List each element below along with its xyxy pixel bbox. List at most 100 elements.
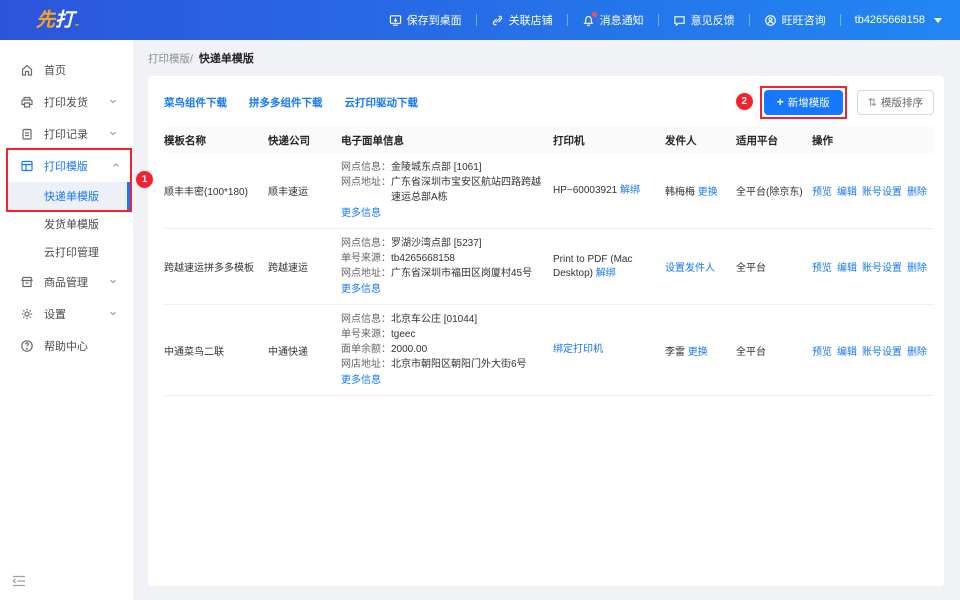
caret-down-icon: [934, 18, 942, 23]
waybill-line: 网点信息： 罗湖沙湾点部 [5237]: [341, 236, 545, 251]
sidebar-item-label: 设置: [44, 306, 66, 322]
account-settings-link[interactable]: 账号设置: [862, 343, 902, 358]
sidebar-item-home[interactable]: 首页: [0, 54, 133, 86]
preview-link[interactable]: 预览: [812, 183, 832, 198]
sidebar-item-express-waybill-template[interactable]: 快递单模版: [8, 182, 130, 210]
waybill-line: 面单余额： 2000.00: [341, 342, 545, 357]
change-sender-link[interactable]: 更换: [698, 187, 718, 198]
table-row: 顺丰丰密(100*180) 顺丰速运 网点信息： 金陵城东点部 [1061] 网…: [164, 153, 934, 229]
cell-waybill-info: 网点信息： 金陵城东点部 [1061] 网点地址： 广东省深圳市宝安区航站四路跨…: [341, 160, 553, 221]
annotation-step-1-badge: 1: [136, 171, 153, 188]
logo-char-1: 先: [36, 11, 55, 30]
sidebar-item-label: 打印记录: [44, 126, 88, 142]
sidebar-item-print-records[interactable]: 打印记录: [0, 118, 133, 150]
unbind-printer-link[interactable]: 解绑: [596, 268, 616, 279]
wangwang-icon: [764, 14, 777, 27]
notifications-button[interactable]: 消息通知: [578, 12, 648, 28]
sidebar-item-shipping-list-template[interactable]: 发货单模版: [0, 210, 133, 238]
col-header-actions: 操作: [812, 133, 934, 148]
template-icon: [20, 159, 34, 173]
cloud-print-driver-download-link[interactable]: 云打印驱动下载: [345, 95, 419, 110]
logo-dash: -: [75, 18, 79, 30]
account-settings-link[interactable]: 账号设置: [862, 183, 902, 198]
sidebar-item-label: 商品管理: [44, 274, 88, 290]
wangwang-label: 旺旺咨询: [782, 12, 826, 28]
plus-icon: +: [777, 95, 784, 109]
templates-table: 模板名称 快递公司 电子面单信息 打印机 发件人 适用平台 操作 顺丰丰密(10…: [164, 127, 934, 396]
waybill-line: 网点地址： 广东省深圳市福田区岗厦村45号: [341, 266, 545, 281]
more-info-link[interactable]: 更多信息: [341, 206, 545, 221]
wangwang-consult-button[interactable]: 旺旺咨询: [760, 12, 830, 28]
feedback-button[interactable]: 意见反馈: [669, 12, 739, 28]
table-header-row: 模板名称 快递公司 电子面单信息 打印机 发件人 适用平台 操作: [164, 127, 934, 153]
col-header-sender: 发件人: [665, 133, 736, 148]
printer-name: Print to PDF (Mac Desktop): [553, 254, 632, 279]
sender-name: 韩梅梅: [665, 187, 698, 198]
sender-name: 李雷: [665, 347, 688, 358]
waybill-line: 网点信息： 金陵城东点部 [1061]: [341, 160, 545, 175]
record-icon: [20, 127, 34, 141]
template-list-card: 菜鸟组件下载 拼多多组件下载 云打印驱动下载 2 + 新增模版 ⇅ 模版排序: [148, 76, 944, 586]
chevron-down-icon: [109, 96, 117, 108]
delete-link[interactable]: 删除: [907, 259, 927, 274]
pdd-component-download-link[interactable]: 拼多多组件下载: [249, 95, 323, 110]
col-header-template-name: 模板名称: [164, 133, 268, 148]
account-settings-link[interactable]: 账号设置: [862, 259, 902, 274]
divider: [840, 14, 841, 26]
gear-icon: [20, 307, 34, 321]
sidebar-item-label: 打印发货: [44, 94, 88, 110]
annotation-box-step2: 2 + 新增模版: [764, 90, 843, 115]
link-shop-button[interactable]: 关联店铺: [487, 12, 557, 28]
bind-printer-link[interactable]: 绑定打印机: [553, 344, 603, 355]
sidebar-item-product-management[interactable]: 商品管理: [0, 266, 133, 298]
edit-link[interactable]: 编辑: [837, 183, 857, 198]
cainiao-component-download-link[interactable]: 菜鸟组件下载: [164, 95, 227, 110]
cell-platform: 全平台(除京东): [736, 183, 812, 198]
sort-templates-button[interactable]: ⇅ 模版排序: [857, 90, 934, 115]
divider: [749, 14, 750, 26]
col-header-courier: 快递公司: [268, 133, 341, 148]
content-area: 打印模版/ 快递单模版 菜鸟组件下载 拼多多组件下载 云打印驱动下载 2 + 新…: [133, 40, 960, 600]
sidebar-item-cloud-print-management[interactable]: 云打印管理: [0, 238, 133, 266]
divider: [476, 14, 477, 26]
set-sender-link[interactable]: 设置发件人: [665, 263, 715, 274]
more-info-link[interactable]: 更多信息: [341, 282, 545, 297]
app-logo[interactable]: 先打-: [36, 11, 79, 30]
cell-platform: 全平台: [736, 259, 812, 274]
sidebar-item-help-center[interactable]: 帮助中心: [0, 330, 133, 362]
preview-link[interactable]: 预览: [812, 259, 832, 274]
sort-templates-label: 模版排序: [881, 95, 923, 110]
waybill-line: 网点信息： 北京车公庄 [01044]: [341, 312, 545, 327]
divider: [567, 14, 568, 26]
more-info-link[interactable]: 更多信息: [341, 373, 545, 388]
top-bar: 先打- 保存到桌面 关联店铺 消息通知: [0, 0, 960, 40]
printer-icon: [20, 95, 34, 109]
cell-actions: 预览 编辑 账号设置 删除: [812, 343, 935, 358]
sort-icon: ⇅: [868, 96, 877, 109]
collapse-sidebar-icon[interactable]: [12, 574, 26, 592]
unbind-printer-link[interactable]: 解绑: [620, 185, 640, 196]
breadcrumb-parent[interactable]: 打印模版/: [148, 51, 193, 66]
account-menu[interactable]: tb4265668158: [851, 14, 946, 26]
add-template-label: 新增模版: [788, 95, 830, 110]
sidebar-item-settings[interactable]: 设置: [0, 298, 133, 330]
sidebar-item-print-ship[interactable]: 打印发货: [0, 86, 133, 118]
save-to-desktop-icon: [389, 14, 402, 27]
edit-link[interactable]: 编辑: [837, 259, 857, 274]
change-sender-link[interactable]: 更换: [688, 347, 708, 358]
save-to-desktop-button[interactable]: 保存到桌面: [385, 12, 466, 28]
add-template-button[interactable]: + 新增模版: [764, 90, 843, 115]
toolbar-right: 2 + 新增模版 ⇅ 模版排序: [764, 90, 934, 115]
delete-link[interactable]: 删除: [907, 343, 927, 358]
preview-link[interactable]: 预览: [812, 343, 832, 358]
cell-template-name: 顺丰丰密(100*180): [164, 183, 268, 198]
delete-link[interactable]: 删除: [907, 183, 927, 198]
cell-platform: 全平台: [736, 343, 812, 358]
sidebar-item-print-templates[interactable]: 打印模版: [8, 150, 130, 182]
logo-char-2: 打: [55, 11, 74, 30]
notifications-label: 消息通知: [600, 12, 644, 28]
waybill-line: 网店地址： 北京市朝阳区朝阳门外大街6号: [341, 357, 545, 372]
top-menu: 保存到桌面 关联店铺 消息通知 意见反馈: [385, 12, 946, 28]
edit-link[interactable]: 编辑: [837, 343, 857, 358]
table-row: 中通菜鸟二联 中通快递 网点信息： 北京车公庄 [01044] 单号来源： tg…: [164, 305, 934, 396]
